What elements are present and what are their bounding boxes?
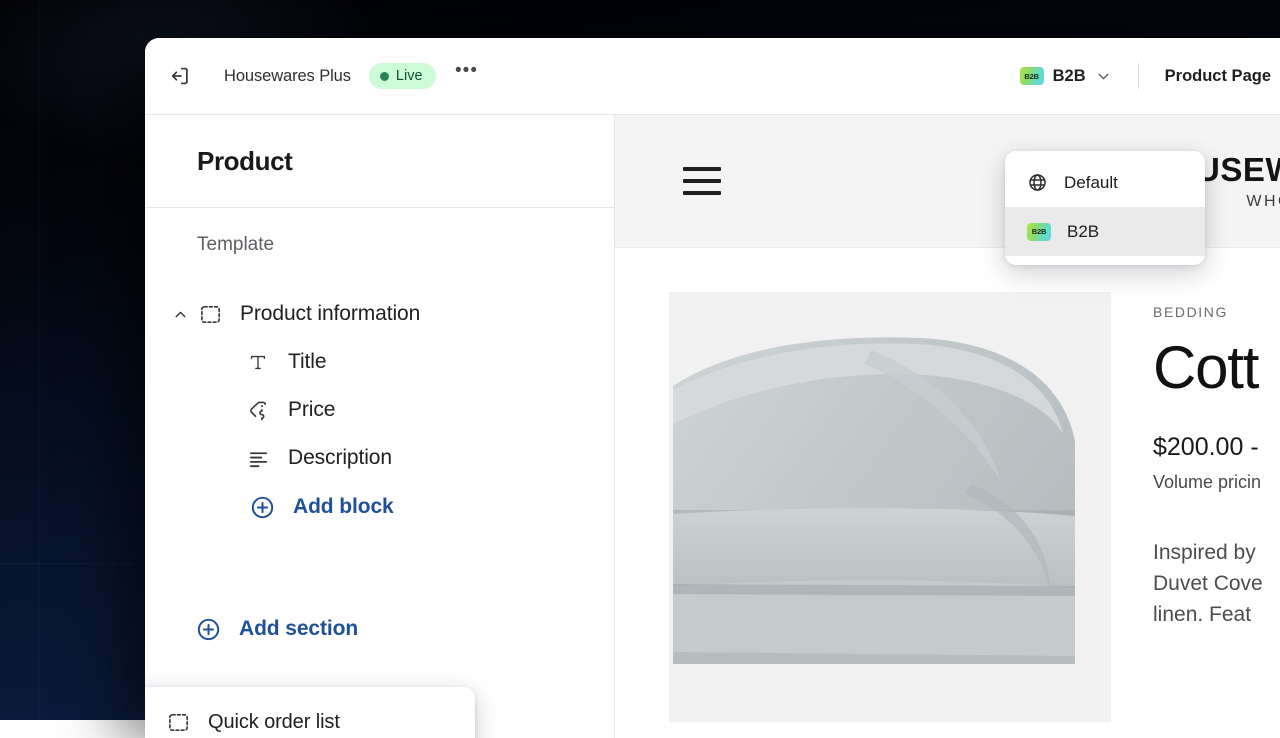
- context-dropdown-menu: Default B2B B2B: [1005, 151, 1205, 265]
- price-tag-icon: [241, 399, 275, 422]
- product-detail-section: BEDDING Cott $200.00 - Volume pricin Ins…: [615, 248, 1280, 722]
- dragging-block-label: Quick order list: [208, 711, 340, 734]
- chevron-down-icon: [1095, 68, 1112, 85]
- app-window: Housewares Plus Live ••• B2B B2B Product…: [145, 38, 1280, 738]
- product-info: BEDDING Cott $200.00 - Volume pricin Ins…: [1153, 292, 1280, 722]
- top-bar-divider: [1138, 63, 1139, 89]
- volume-pricing-label: Volume pricin: [1153, 472, 1280, 493]
- add-section-button[interactable]: Add section: [145, 604, 614, 654]
- add-section-label: Add section: [239, 617, 358, 641]
- context-menu-item-label: Default: [1064, 173, 1118, 193]
- sidebar-item-label: Description: [288, 446, 392, 470]
- product-image[interactable]: [669, 292, 1111, 722]
- context-menu-item-default[interactable]: Default: [1005, 158, 1205, 207]
- page-selector[interactable]: Product Page: [1159, 61, 1280, 92]
- context-menu-item-b2b[interactable]: B2B B2B: [1005, 207, 1205, 256]
- sidebar-item-product-information[interactable]: Product information: [145, 290, 614, 338]
- product-description-line: linen. Feat: [1153, 599, 1280, 630]
- context-selector-label: B2B: [1053, 67, 1086, 86]
- exit-icon[interactable]: [162, 58, 198, 94]
- sidebar-item-description[interactable]: Description: [145, 434, 614, 482]
- sidebar-header: Product: [145, 115, 614, 208]
- add-block-button[interactable]: Add block: [145, 482, 614, 532]
- b2b-badge-icon: B2B: [1027, 223, 1051, 241]
- status-badge-label: Live: [396, 68, 423, 84]
- section-icon: [161, 711, 195, 734]
- text-icon: [241, 351, 275, 373]
- product-description-line: Duvet Cove: [1153, 568, 1280, 599]
- top-bar-right-group: B2B B2B Product Page: [1014, 38, 1280, 114]
- status-badge: Live: [369, 63, 436, 89]
- product-title: Cott: [1153, 336, 1280, 399]
- product-description: Inspired by Duvet Cove linen. Feat: [1153, 537, 1280, 630]
- plus-circle-icon: [191, 617, 225, 642]
- add-block-label: Add block: [293, 495, 394, 519]
- more-options-button[interactable]: •••: [452, 61, 482, 91]
- page-selector-label: Product Page: [1165, 67, 1271, 86]
- sidebar-tree: Template Product information: [145, 208, 614, 738]
- sidebar-item-label: Price: [288, 398, 335, 422]
- sidebar-item-label: Product information: [240, 302, 420, 326]
- sidebar-item-price[interactable]: Price: [145, 386, 614, 434]
- store-name[interactable]: Housewares Plus: [224, 67, 351, 86]
- backdrop-grid-line-vertical: [38, 0, 39, 720]
- plus-circle-icon: [245, 495, 279, 520]
- chevron-up-icon[interactable]: [167, 306, 193, 323]
- sidebar: Product Template Product information: [145, 115, 615, 738]
- product-description-line: Inspired by: [1153, 537, 1280, 568]
- text-lines-icon: [241, 447, 275, 470]
- section-icon: [193, 303, 227, 326]
- dragging-block-card[interactable]: Quick order list: [145, 687, 475, 738]
- top-bar: Housewares Plus Live ••• B2B B2B Product…: [145, 38, 1280, 115]
- sidebar-item-title[interactable]: Title: [145, 338, 614, 386]
- b2b-badge-icon: B2B: [1020, 67, 1044, 85]
- product-category: BEDDING: [1153, 304, 1280, 320]
- sidebar-item-label: Title: [288, 350, 326, 374]
- page-title: Product: [197, 146, 292, 177]
- hamburger-menu-icon[interactable]: [683, 167, 721, 195]
- globe-icon: [1027, 172, 1048, 193]
- product-price: $200.00 -: [1153, 433, 1280, 462]
- context-selector[interactable]: B2B B2B: [1014, 61, 1118, 92]
- status-dot-icon: [380, 72, 389, 81]
- template-group-label: Template: [145, 234, 614, 256]
- context-menu-item-label: B2B: [1067, 222, 1099, 242]
